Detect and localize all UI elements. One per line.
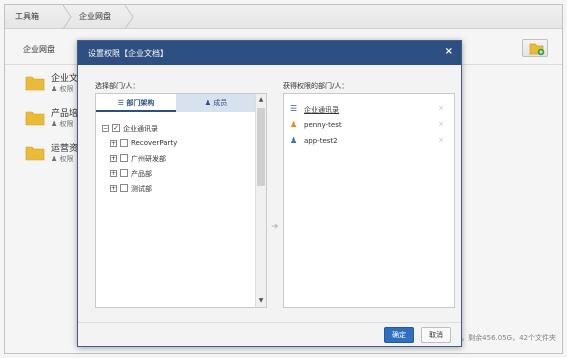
checkbox-checked[interactable]: ✓ bbox=[112, 124, 120, 132]
tree-node-label[interactable]: RecoverParty bbox=[131, 139, 177, 147]
tree-node-label[interactable]: 广州研发部 bbox=[131, 154, 166, 164]
tab-members[interactable]: ♟ 成员 bbox=[176, 94, 256, 112]
remove-icon[interactable]: × bbox=[438, 120, 444, 128]
granted-item-label: 企业通讯录 bbox=[304, 106, 339, 114]
granted-item-label: app-test2 bbox=[304, 137, 338, 145]
tab-department-structure[interactable]: ☰ 部门架构 bbox=[96, 94, 176, 112]
selection-pane: ☰ 部门架构 ♟ 成员 − ✓ 企业通讯录 + RecoverParty + 广… bbox=[95, 93, 267, 308]
left-pane-label: 选择部门/人： bbox=[95, 82, 140, 90]
close-icon[interactable]: × bbox=[445, 46, 453, 57]
tree-node-label[interactable]: 测试部 bbox=[131, 184, 152, 194]
granted-pane: ☰ 企业通讯录 × ♟ penny-test × ♟ app-test2 × bbox=[283, 93, 455, 308]
tree-node-label[interactable]: 产品部 bbox=[131, 169, 152, 179]
dialog-header: 设置权限【企业文档】 × bbox=[78, 41, 461, 65]
granted-item-label: penny-test bbox=[304, 121, 342, 129]
checkbox[interactable] bbox=[120, 184, 128, 192]
granted-item: ♟ penny-test × bbox=[290, 120, 448, 132]
checkbox[interactable] bbox=[120, 154, 128, 162]
right-pane-label: 获得权限的部门/人： bbox=[283, 82, 349, 90]
dialog-title: 设置权限【企业文档】 bbox=[88, 49, 168, 58]
granted-item: ☰ 企业通讯录 × bbox=[290, 104, 448, 116]
list-icon: ☰ bbox=[117, 99, 124, 107]
dialog-body: 选择部门/人： 获得权限的部门/人： ☰ 部门架构 ♟ 成员 − ✓ 企业通讯录 bbox=[78, 65, 461, 323]
checkbox[interactable] bbox=[120, 169, 128, 177]
remove-icon[interactable]: × bbox=[438, 136, 444, 144]
scroll-up-icon[interactable]: ▲ bbox=[256, 95, 266, 105]
remove-icon[interactable]: × bbox=[438, 104, 444, 112]
collapse-icon[interactable]: − bbox=[102, 125, 109, 132]
confirm-button[interactable]: 确定 bbox=[384, 327, 414, 343]
transfer-arrow-icon: ➜ bbox=[271, 222, 279, 232]
tree-node-label[interactable]: 企业通讯录 bbox=[123, 124, 158, 134]
scroll-thumb[interactable] bbox=[257, 108, 265, 186]
granted-item: ♟ app-test2 × bbox=[290, 136, 448, 148]
dialog-footer: 确定 取消 bbox=[78, 322, 461, 346]
checkbox[interactable] bbox=[120, 139, 128, 147]
expand-icon[interactable]: + bbox=[110, 185, 117, 192]
user-icon: ♟ bbox=[290, 136, 298, 145]
scroll-down-icon[interactable]: ▼ bbox=[256, 296, 266, 306]
scrollbar[interactable]: ▲ ▼ bbox=[255, 94, 266, 307]
department-icon: ☰ bbox=[290, 104, 298, 113]
expand-icon[interactable]: + bbox=[110, 155, 117, 162]
expand-icon[interactable]: + bbox=[110, 140, 117, 147]
user-icon: ♟ bbox=[290, 120, 298, 129]
user-icon: ♟ bbox=[204, 99, 212, 107]
permission-dialog: 设置权限【企业文档】 × 选择部门/人： 获得权限的部门/人： ☰ 部门架构 ♟… bbox=[77, 40, 462, 347]
expand-icon[interactable]: + bbox=[110, 170, 117, 177]
tab-bar: ☰ 部门架构 ♟ 成员 bbox=[96, 94, 256, 112]
cancel-button[interactable]: 取消 bbox=[421, 327, 451, 343]
